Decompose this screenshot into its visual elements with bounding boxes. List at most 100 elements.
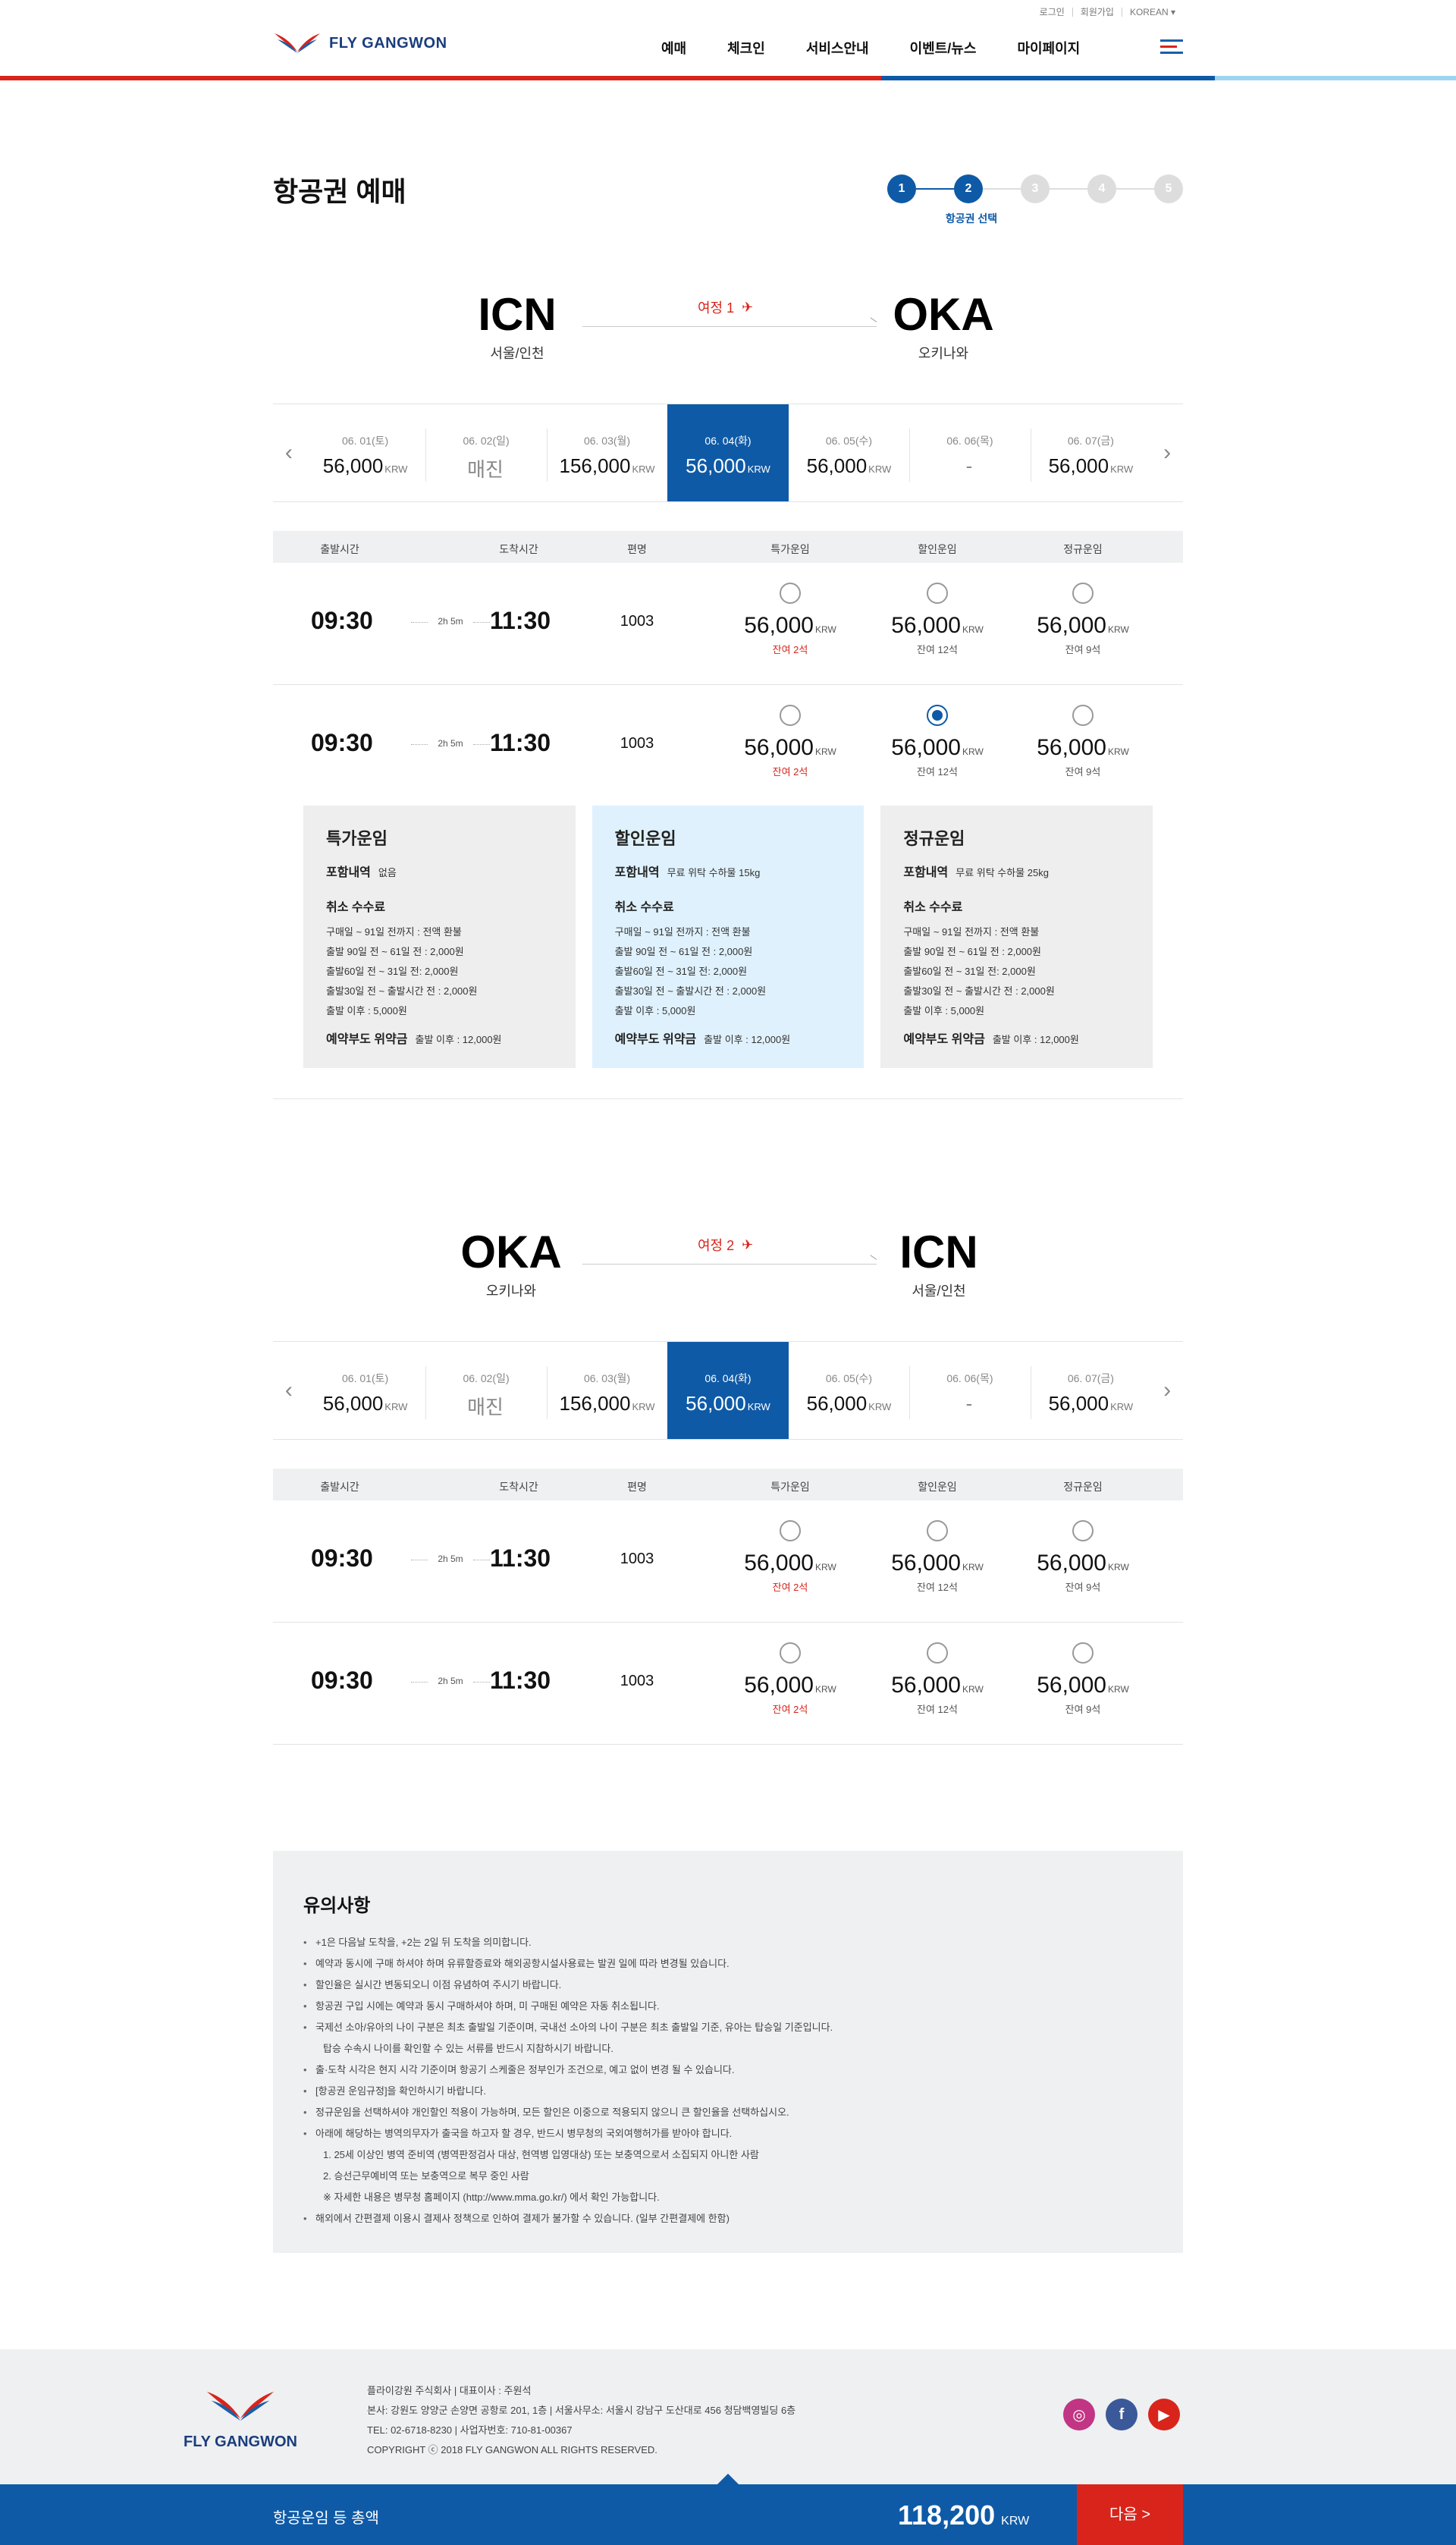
origin-city: 오키나와 [485,1283,537,1299]
penalty-value: 출발 이후 : 12,000원 [992,1034,1079,1045]
signup-link[interactable]: 회원가입 [1072,8,1122,17]
date-selector-leg1: ‹ 06. 01(토) 56,000 KRW 06. 02(일) 매진 06. 03(… [273,404,1183,502]
fare-radio[interactable] [1072,1642,1094,1664]
fare-amount: 56,000 [1037,735,1106,760]
penalty-value: 출발 이후 : 12,000원 [704,1034,791,1045]
step-indicator: 1 2 3 4 5 항공권 선택 [887,174,1183,225]
nav-service[interactable]: 서비스안내 [806,38,869,58]
fare-radio[interactable] [927,583,948,604]
no-show-penalty: 예약부도 위약금 출발 이후 : 12,000원 [903,1029,1130,1047]
currency-label: KRW [814,1562,836,1573]
fare-radio[interactable] [927,1520,948,1541]
currency-label: KRW [814,746,836,757]
toggle-notch[interactable] [717,2474,739,2484]
currency-label: KRW [868,1401,892,1412]
arrival-time: 11:30 [490,1544,551,1572]
nav-checkin[interactable]: 체크인 [727,38,765,58]
fare-detail-special: 특가운임 포함내역 없음 취소 수수료 구매일 ~ 91일 전까지 : 전액 환불… [303,806,576,1068]
total-bar: 항공운임 등 총액 118,200 KRW 다음 > [0,2474,1456,2545]
date-tab[interactable]: 06. 07(금) 56,000 KRW [1030,404,1151,501]
currency-label: KRW [384,463,408,475]
col-arrival: 도착시간 [499,543,538,555]
table-row: 09:30 2h 5m 11:30 1003 56,000 KRW 잔여 2석 56… [273,563,1183,685]
fare-discount: 56,000 KRW 잔여 12석 [873,1642,1002,1716]
date-tab[interactable]: 06. 02(일) 매진 [425,1342,546,1439]
cancel-rule: 출발 이후 : 5,000원 [614,1005,696,1016]
nav-mypage[interactable]: 마이페이지 [1017,38,1080,58]
date-tab[interactable]: 06. 01(토) 56,000 KRW [305,1342,425,1439]
next-date-icon[interactable]: › [1151,404,1183,501]
next-button[interactable]: 다음 > [1077,2484,1183,2545]
menu-icon[interactable] [1160,39,1183,58]
currency-label: KRW [747,463,770,475]
date-tab-selected[interactable]: 06. 04(화) 56,000 KRW [667,1342,789,1439]
date-price: 56,000 [322,1392,384,1415]
company-line: 플라이강원 주식회사 | 대표이사 : 주원석 [367,2385,532,2396]
date-tab[interactable]: 06. 03(월) 156,000 KRW [546,404,667,501]
date-tab[interactable]: 06. 07(금) 56,000 KRW [1030,1342,1151,1439]
list-item: 국제선 소아/유아의 나이 구분은 최초 출발일 기준이며, 국내선 소아의 나… [303,2017,1153,2038]
date-tab[interactable]: 06. 01(토) 56,000 KRW [305,404,425,501]
fare-radio[interactable] [780,705,801,726]
col-discount-fare: 할인운임 [918,1481,957,1493]
step-1: 1 [887,174,916,203]
table-header-leg1: 출발시간 도착시간 편명 특가운임 할인운임 정규운임 [273,531,1183,563]
prev-date-icon[interactable]: ‹ [273,404,305,501]
leg-label: 여정 1 ✈ [698,297,753,317]
table-header-leg2: 출발시간 도착시간 편명 특가운임 할인운임 정규운임 [273,1469,1183,1500]
fare-radio[interactable] [780,1642,801,1664]
date-tab[interactable]: 06. 03(월) 156,000 KRW [546,1342,667,1439]
logo[interactable]: FLY GANGWON [273,30,447,56]
col-special-fare: 특가운임 [770,543,810,555]
date-tab[interactable]: 06. 05(수) 56,000 KRW [789,1342,909,1439]
date-tab[interactable]: 06. 06(목) - [909,1342,1030,1439]
seats-left: 잔여 2석 [772,1582,808,1593]
date-tab-selected[interactable]: 06. 04(화) 56,000 KRW [667,404,789,501]
address-line: 본사: 강원도 양양군 손양면 공항로 201, 1층 | 서울사무소: 서울시… [367,2405,796,2416]
fare-regular: 56,000 KRW 잔여 9석 [1018,583,1147,656]
login-link[interactable]: 로그인 [1032,8,1072,17]
nav-events[interactable]: 이벤트/뉴스 [910,38,977,58]
departure-time: 09:30 [311,1667,373,1694]
fare-radio[interactable] [927,1642,948,1664]
date-tab[interactable]: 06. 06(목) - [909,404,1030,501]
fare-radio[interactable] [1072,705,1094,726]
fare-rules-link[interactable]: [항공권 운임규정]을 확인하시기 바랍니다. [303,2081,1153,2102]
date-price: 매진 [467,1396,504,1419]
currency-label: KRW [962,1562,984,1573]
list-item: 할인율은 실시간 변동되오니 이점 유념하여 주시기 바랍니다. [303,1975,1153,1996]
origin-code: OKA [460,1227,562,1277]
next-date-icon[interactable]: › [1151,1342,1183,1439]
currency-label: KRW [814,1684,836,1695]
nav-booking[interactable]: 예매 [661,38,686,58]
date-tab[interactable]: 06. 05(수) 56,000 KRW [789,404,909,501]
fare-detail-title: 정규운임 [903,829,965,848]
duration: 2h 5m [411,616,490,627]
fare-regular: 56,000 KRW 잔여 9석 [1018,1520,1147,1594]
currency-label: KRW [1107,746,1129,757]
step-5: 5 [1154,174,1183,203]
currency-label: KRW [1110,1401,1134,1412]
copyright: COPYRIGHT ⓒ 2018 FLY GANGWON ALL RIGHTS … [367,2444,657,2455]
currency-label: KRW [1001,2515,1030,2528]
date-price: 56,000 [686,454,746,477]
fare-discount: 56,000 KRW 잔여 12석 [873,1520,1002,1594]
currency-label: KRW [814,624,836,635]
date-tab[interactable]: 06. 02(일) 매진 [425,404,546,501]
fare-amount: 56,000 [1037,613,1106,638]
cancel-rule: 출발60일 전 ~ 31일 전: 2,000원 [903,966,1036,977]
language-select[interactable]: KOREAN ▾ [1121,8,1183,17]
date-price: - [965,454,973,477]
fare-radio[interactable] [780,1520,801,1541]
fare-radio[interactable] [1072,583,1094,604]
fare-radio[interactable] [780,583,801,604]
youtube-icon[interactable]: ▶ [1148,2399,1180,2430]
instagram-icon[interactable]: ◎ [1063,2399,1095,2430]
fare-radio-selected[interactable] [927,705,948,726]
fare-radio[interactable] [1072,1520,1094,1541]
facebook-icon[interactable]: f [1106,2399,1138,2430]
footer-logo[interactable]: FLY GANGWON [180,2387,301,2451]
date-label: 06. 07(금) [1067,1372,1114,1384]
prev-date-icon[interactable]: ‹ [273,1342,305,1439]
list-item: 2. 승선근무예비역 또는 보충역으로 복무 중인 사람 [323,2170,529,2182]
